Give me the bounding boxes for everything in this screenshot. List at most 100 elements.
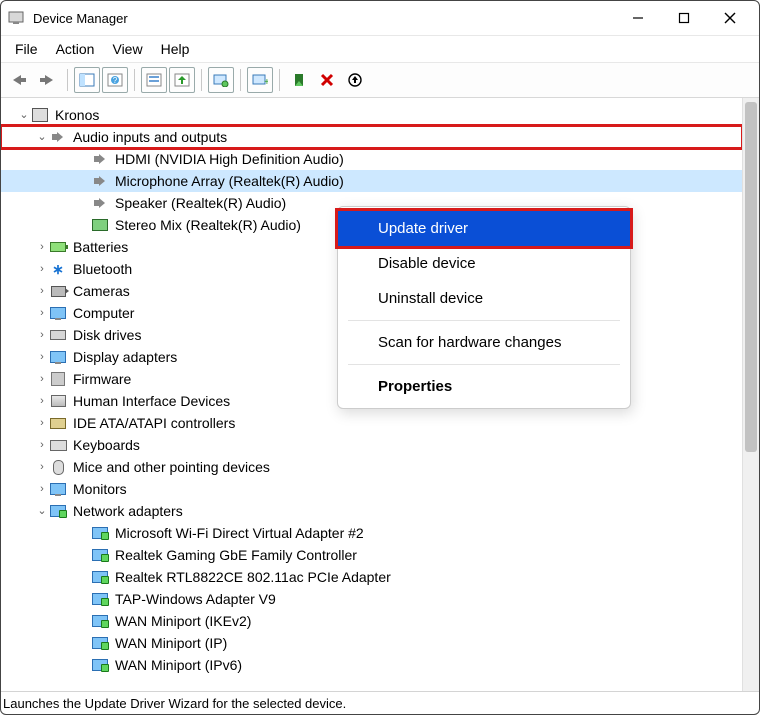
tree-node[interactable]: WAN Miniport (IPv6) xyxy=(1,654,742,676)
expand-toggle[interactable]: › xyxy=(35,302,49,324)
scan-hardware-button[interactable] xyxy=(208,67,234,93)
tree-node[interactable]: TAP-Windows Adapter V9 xyxy=(1,588,742,610)
vertical-scrollbar[interactable] xyxy=(742,98,759,691)
client-area: ⌄Kronos⌄Audio inputs and outputsHDMI (NV… xyxy=(1,98,759,691)
expand-toggle[interactable]: › xyxy=(35,280,49,302)
expand-toggle[interactable]: ⌄ xyxy=(35,500,49,522)
ico-net-icon xyxy=(91,546,109,564)
update-driver-button[interactable] xyxy=(169,67,195,93)
ico-hid-icon xyxy=(49,392,67,410)
ico-net-icon xyxy=(49,502,67,520)
forward-button[interactable] xyxy=(35,67,61,93)
ico-net-icon xyxy=(91,634,109,652)
context-menu-item[interactable]: Uninstall device xyxy=(338,281,630,316)
tree-node-label: Realtek RTL8822CE 802.11ac PCIe Adapter xyxy=(115,566,391,588)
ico-speaker-icon xyxy=(91,194,109,212)
menubar: File Action View Help xyxy=(1,36,759,63)
context-menu-item[interactable]: Disable device xyxy=(338,246,630,281)
ico-kb-icon xyxy=(49,436,67,454)
svg-text:?: ? xyxy=(113,76,118,85)
app-icon xyxy=(7,9,25,27)
expand-toggle[interactable]: › xyxy=(35,412,49,434)
tree-node[interactable]: WAN Miniport (IKEv2) xyxy=(1,610,742,632)
disable-device-button[interactable] xyxy=(342,67,368,93)
tree-node[interactable]: Realtek Gaming GbE Family Controller xyxy=(1,544,742,566)
ico-stereo-icon xyxy=(91,216,109,234)
tree-node[interactable]: ›Mice and other pointing devices xyxy=(1,456,742,478)
tree-node[interactable]: ⌄ Audio inputs and outputs xyxy=(1,126,742,148)
expand-toggle[interactable]: › xyxy=(35,368,49,390)
context-menu-item[interactable]: Scan for hardware changes xyxy=(338,325,630,360)
ico-monitor-icon xyxy=(49,304,67,322)
ico-bt-icon: ∗ xyxy=(49,260,67,278)
expand-toggle[interactable]: › xyxy=(35,390,49,412)
tree-node[interactable]: Microphone Array (Realtek(R) Audio) xyxy=(1,170,742,192)
tree-node-label: Cameras xyxy=(73,280,130,302)
maximize-button[interactable] xyxy=(661,3,707,33)
tree-node[interactable]: Microsoft Wi-Fi Direct Virtual Adapter #… xyxy=(1,522,742,544)
enable-device-button[interactable] xyxy=(286,67,312,93)
tree-node-label: WAN Miniport (IPv6) xyxy=(115,654,242,676)
expand-toggle[interactable]: › xyxy=(35,346,49,368)
tree-node-label: Computer xyxy=(73,302,134,324)
expand-toggle[interactable]: › xyxy=(35,434,49,456)
tree-node-label: Batteries xyxy=(73,236,128,258)
tree-node-label: Microsoft Wi-Fi Direct Virtual Adapter #… xyxy=(115,522,364,544)
ico-root-icon xyxy=(31,106,49,124)
menu-action[interactable]: Action xyxy=(56,41,95,57)
tree-node-label: Audio inputs and outputs xyxy=(73,126,227,148)
ico-ide-icon xyxy=(49,414,67,432)
ico-monitor-icon xyxy=(49,480,67,498)
tree-node[interactable]: ›IDE ATA/ATAPI controllers xyxy=(1,412,742,434)
context-menu-item[interactable]: Properties xyxy=(338,369,630,404)
tree-node[interactable]: Realtek RTL8822CE 802.11ac PCIe Adapter xyxy=(1,566,742,588)
tree-node[interactable]: › Monitors xyxy=(1,478,742,500)
show-hide-console-tree-button[interactable] xyxy=(74,67,100,93)
context-menu: Update driverDisable deviceUninstall dev… xyxy=(337,206,631,409)
tree-node-label: Network adapters xyxy=(73,500,183,522)
tree-node-label: WAN Miniport (IKEv2) xyxy=(115,610,251,632)
tree-node[interactable]: ⌄Kronos xyxy=(1,104,742,126)
expand-toggle[interactable]: › xyxy=(35,456,49,478)
tree-node[interactable]: ›Keyboards xyxy=(1,434,742,456)
expand-toggle[interactable]: ⌄ xyxy=(17,104,31,126)
toolbar: ? + xyxy=(1,63,759,98)
titlebar: Device Manager xyxy=(1,1,759,36)
menu-file[interactable]: File xyxy=(15,41,38,57)
tree-node-label: Stereo Mix (Realtek(R) Audio) xyxy=(115,214,301,236)
window-controls xyxy=(615,3,753,33)
add-legacy-hardware-button[interactable]: + xyxy=(247,67,273,93)
tree-node-label: HDMI (NVIDIA High Definition Audio) xyxy=(115,148,344,170)
tree-node-label: Realtek Gaming GbE Family Controller xyxy=(115,544,357,566)
device-manager-window: Device Manager File Action View Help ? + xyxy=(0,0,760,715)
tree-node[interactable]: ⌄ Network adapters xyxy=(1,500,742,522)
ico-speaker-icon xyxy=(91,150,109,168)
ico-monitor-icon xyxy=(49,348,67,366)
expand-toggle[interactable]: ⌄ xyxy=(35,126,49,148)
expand-toggle[interactable]: › xyxy=(35,478,49,500)
ico-net-icon xyxy=(91,590,109,608)
ico-speaker-icon xyxy=(49,128,67,146)
expand-toggle[interactable]: › xyxy=(35,258,49,280)
ico-net-icon xyxy=(91,656,109,674)
ico-net-icon xyxy=(91,612,109,630)
status-text: Launches the Update Driver Wizard for th… xyxy=(3,696,346,711)
tree-node-label: Monitors xyxy=(73,478,127,500)
tree-node-label: Human Interface Devices xyxy=(73,390,230,412)
uninstall-device-button[interactable] xyxy=(314,67,340,93)
scrollbar-thumb[interactable] xyxy=(745,102,757,452)
expand-toggle[interactable]: › xyxy=(35,324,49,346)
menu-view[interactable]: View xyxy=(112,41,142,57)
properties-button[interactable] xyxy=(141,67,167,93)
tree-node[interactable]: HDMI (NVIDIA High Definition Audio) xyxy=(1,148,742,170)
window-title: Device Manager xyxy=(33,11,128,26)
menu-help[interactable]: Help xyxy=(161,41,190,57)
tree-node[interactable]: WAN Miniport (IP) xyxy=(1,632,742,654)
context-menu-item[interactable]: Update driver xyxy=(338,211,630,246)
help-button[interactable]: ? xyxy=(102,67,128,93)
minimize-button[interactable] xyxy=(615,3,661,33)
close-button[interactable] xyxy=(707,3,753,33)
expand-toggle[interactable]: › xyxy=(35,236,49,258)
back-button[interactable] xyxy=(7,67,33,93)
tree-node-label: Display adapters xyxy=(73,346,177,368)
